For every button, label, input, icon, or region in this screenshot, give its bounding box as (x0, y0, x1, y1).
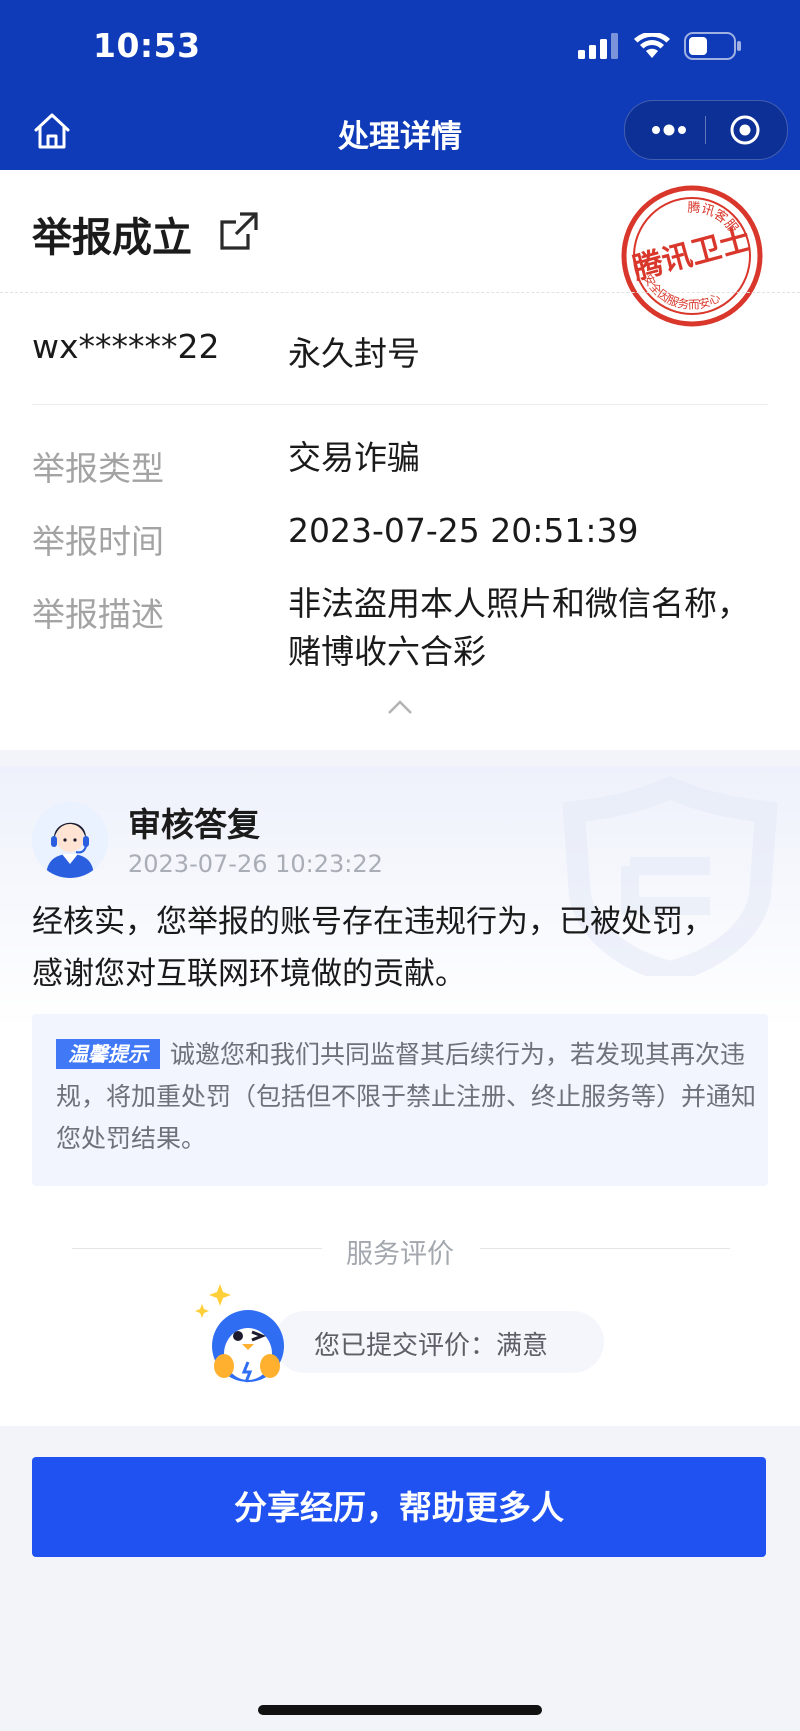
capsule-divider (705, 116, 706, 144)
more-icon[interactable] (647, 115, 691, 145)
report-status-heading: 举报成立 (32, 215, 192, 261)
share-experience-button[interactable]: 分享经历，帮助更多人 (32, 1457, 766, 1557)
report-type-value: 交易诈骗 (288, 438, 420, 477)
report-card: 举报成立 腾讯客服 腾讯卫士 安全因服务而安心 wx******22 永久封号 … (0, 170, 800, 750)
service-evaluation-title: 服务评价 (346, 1239, 454, 1270)
reply-message-line: 经核实，您举报的账号存在违规行为，已被处罚， (32, 904, 714, 940)
nav-bar: 处理详情 (0, 95, 800, 170)
penalty-result: 永久封号 (288, 334, 420, 373)
battery-icon (684, 32, 741, 60)
reported-account: wx******22 (32, 327, 220, 366)
status-time: 10:53 (93, 26, 201, 65)
agent-avatar (32, 802, 108, 878)
warm-tip-box: 温馨提示 诚邀您和我们共同监督其后续行为，若发现其再次违规，将加重处罚（包括但不限… (32, 1014, 768, 1186)
external-link-icon[interactable] (218, 210, 260, 252)
divider (0, 292, 800, 293)
tencent-guard-stamp: 腾讯客服 腾讯卫士 安全因服务而安心 (621, 185, 763, 327)
report-desc-line: 赌博收六合彩 (288, 632, 486, 671)
evaluation-result-text: 您已提交评价：满意 (314, 1331, 549, 1361)
review-reply-card: 审核答复 2023-07-26 10:23:22 经核实，您举报的账号存在违规行… (0, 766, 800, 1426)
report-desc-value: 非法盗用本人照片和微信名称， 赌博收六合彩 (288, 580, 750, 676)
penguin-mascot-icon (195, 1284, 284, 1383)
reply-message-line: 感谢您对互联网环境做的贡献。 (32, 956, 466, 992)
mini-program-capsule (624, 100, 788, 160)
report-desc-label: 举报描述 (32, 595, 164, 634)
chevron-up-icon[interactable] (386, 698, 414, 716)
reply-message: 经核实，您举报的账号存在违规行为，已被处罚， 感谢您对互联网环境做的贡献。 (32, 896, 772, 1000)
warm-tip-badge: 温馨提示 (56, 1039, 160, 1069)
close-target-icon[interactable] (729, 114, 761, 146)
reply-timestamp: 2023-07-26 10:23:22 (128, 850, 383, 878)
report-desc-line: 非法盗用本人照片和微信名称， (288, 584, 750, 623)
report-time-value: 2023-07-25 20:51:39 (288, 511, 639, 550)
wifi-icon (634, 33, 670, 58)
report-time-label: 举报时间 (32, 522, 164, 561)
warm-tip-text: 温馨提示 诚邀您和我们共同监督其后续行为，若发现其再次违规，将加重处罚（包括但不限… (56, 1034, 756, 1160)
divider (32, 404, 768, 405)
status-bar: 10:53 (0, 0, 800, 95)
status-icons (578, 32, 742, 60)
reply-title: 审核答复 (128, 805, 260, 844)
evaluation-result-pill: 您已提交评价：满意 (274, 1311, 604, 1373)
divider (480, 1248, 730, 1249)
report-type-label: 举报类型 (32, 449, 164, 488)
signal-icon (578, 33, 618, 59)
home-indicator (258, 1705, 542, 1715)
warm-tip-content: 诚邀您和我们共同监督其后续行为，若发现其再次违规，将加重处罚（包括但不限于禁止注… (56, 1040, 757, 1153)
